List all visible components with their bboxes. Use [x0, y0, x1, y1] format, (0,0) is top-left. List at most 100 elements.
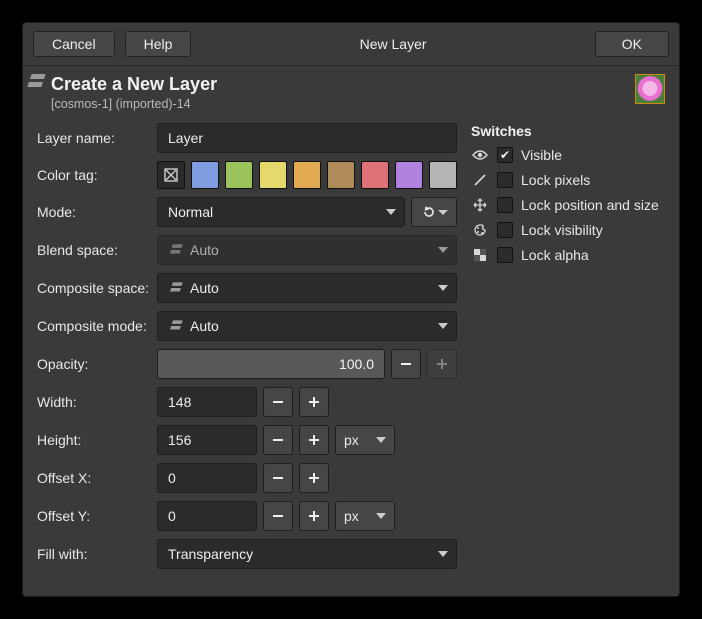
color-tag-swatch[interactable] — [429, 161, 457, 189]
opacity-increment[interactable] — [427, 349, 457, 379]
height-input[interactable] — [157, 425, 257, 455]
offset-x-decrement[interactable] — [263, 463, 293, 493]
help-button[interactable]: Help — [125, 31, 192, 57]
height-label: Height: — [37, 432, 157, 448]
palette-icon — [471, 223, 489, 237]
switch-lock-position: Lock position and size — [471, 197, 665, 213]
layers-icon — [29, 74, 43, 93]
dialog-button-bar: Cancel Help New Layer OK — [23, 23, 679, 66]
chevron-down-icon — [438, 285, 448, 291]
fill-with-value: Transparency — [168, 546, 432, 562]
blend-space-select[interactable]: Auto — [157, 235, 457, 265]
layer-name-input[interactable] — [157, 123, 457, 153]
color-tag-swatch[interactable] — [395, 161, 423, 189]
minus-icon — [272, 396, 284, 408]
switch-visible: ✔ Visible — [471, 147, 665, 163]
header-subtitle: [cosmos-1] (imported)-14 — [51, 97, 627, 111]
composite-mode-label: Composite mode: — [37, 318, 157, 334]
composite-space-label: Composite space: — [37, 280, 157, 296]
color-tag-group — [157, 161, 457, 189]
color-tag-label: Color tag: — [37, 167, 157, 183]
brush-icon — [471, 173, 489, 187]
chevron-down-icon — [438, 323, 448, 329]
lock-alpha-checkbox[interactable] — [497, 247, 513, 263]
width-label: Width: — [37, 394, 157, 410]
composite-space-value: Auto — [190, 280, 432, 296]
size-unit-select[interactable]: px — [335, 425, 395, 455]
lock-pixels-checkbox[interactable] — [497, 172, 513, 188]
minus-icon — [272, 510, 284, 522]
switch-label: Lock alpha — [521, 247, 589, 263]
cancel-button[interactable]: Cancel — [33, 31, 115, 57]
height-decrement[interactable] — [263, 425, 293, 455]
minus-icon — [272, 472, 284, 484]
color-tag-swatch[interactable] — [327, 161, 355, 189]
offset-unit-select[interactable]: px — [335, 501, 395, 531]
move-icon — [471, 198, 489, 212]
blend-space-value: Auto — [190, 242, 432, 258]
chevron-down-icon — [438, 210, 448, 215]
width-decrement[interactable] — [263, 387, 293, 417]
visible-checkbox[interactable]: ✔ — [497, 147, 513, 163]
color-tag-swatch[interactable] — [225, 161, 253, 189]
opacity-slider[interactable]: 100.0 — [157, 349, 385, 379]
composite-mode-select[interactable]: Auto — [157, 311, 457, 341]
plus-icon — [436, 358, 448, 370]
color-tag-none[interactable] — [157, 161, 185, 189]
color-tag-swatch[interactable] — [293, 161, 321, 189]
plus-icon — [308, 396, 320, 408]
switches-panel: Switches ✔ Visible Lock pixels Lock posi… — [471, 123, 665, 577]
fill-with-label: Fill with: — [37, 546, 157, 562]
lock-visibility-checkbox[interactable] — [497, 222, 513, 238]
mode-select[interactable]: Normal — [157, 197, 405, 227]
layers-icon — [168, 318, 184, 334]
switch-label: Lock position and size — [521, 197, 659, 213]
height-increment[interactable] — [299, 425, 329, 455]
size-unit-value: px — [344, 432, 359, 448]
switch-lock-alpha: Lock alpha — [471, 247, 665, 263]
color-tag-swatch[interactable] — [259, 161, 287, 189]
layers-icon — [168, 242, 184, 258]
checker-icon — [471, 248, 489, 262]
offset-y-input[interactable] — [157, 501, 257, 531]
fill-with-select[interactable]: Transparency — [157, 539, 457, 569]
offset-y-increment[interactable] — [299, 501, 329, 531]
color-tag-swatch[interactable] — [191, 161, 219, 189]
offset-unit-value: px — [344, 508, 359, 524]
mode-value: Normal — [168, 204, 380, 220]
composite-mode-value: Auto — [190, 318, 432, 334]
color-tag-swatch[interactable] — [361, 161, 389, 189]
mode-reset-button[interactable] — [411, 197, 457, 227]
lock-position-checkbox[interactable] — [497, 197, 513, 213]
plus-icon — [308, 510, 320, 522]
chevron-down-icon — [376, 437, 386, 443]
switch-lock-visibility: Lock visibility — [471, 222, 665, 238]
form-column: Layer name: Color tag: — [37, 123, 457, 577]
chevron-down-icon — [438, 247, 448, 253]
switch-label: Lock visibility — [521, 222, 603, 238]
composite-space-select[interactable]: Auto — [157, 273, 457, 303]
opacity-decrement[interactable] — [391, 349, 421, 379]
offset-x-input[interactable] — [157, 463, 257, 493]
mode-label: Mode: — [37, 204, 157, 220]
plus-icon — [308, 434, 320, 446]
opacity-label: Opacity: — [37, 356, 157, 372]
dialog-title: New Layer — [201, 36, 584, 52]
blend-space-label: Blend space: — [37, 242, 157, 258]
offset-y-decrement[interactable] — [263, 501, 293, 531]
layer-name-label: Layer name: — [37, 130, 157, 146]
chevron-down-icon — [438, 551, 448, 557]
width-increment[interactable] — [299, 387, 329, 417]
switch-lock-pixels: Lock pixels — [471, 172, 665, 188]
offset-x-increment[interactable] — [299, 463, 329, 493]
eye-icon — [471, 149, 489, 161]
new-layer-dialog: Cancel Help New Layer OK Create a New La… — [22, 22, 680, 597]
header-title: Create a New Layer — [51, 74, 627, 95]
ok-button[interactable]: OK — [595, 31, 669, 57]
chevron-down-icon — [386, 209, 396, 215]
opacity-value: 100.0 — [339, 356, 374, 372]
offset-x-label: Offset X: — [37, 470, 157, 486]
width-input[interactable] — [157, 387, 257, 417]
switch-label: Visible — [521, 147, 562, 163]
minus-icon — [400, 358, 412, 370]
